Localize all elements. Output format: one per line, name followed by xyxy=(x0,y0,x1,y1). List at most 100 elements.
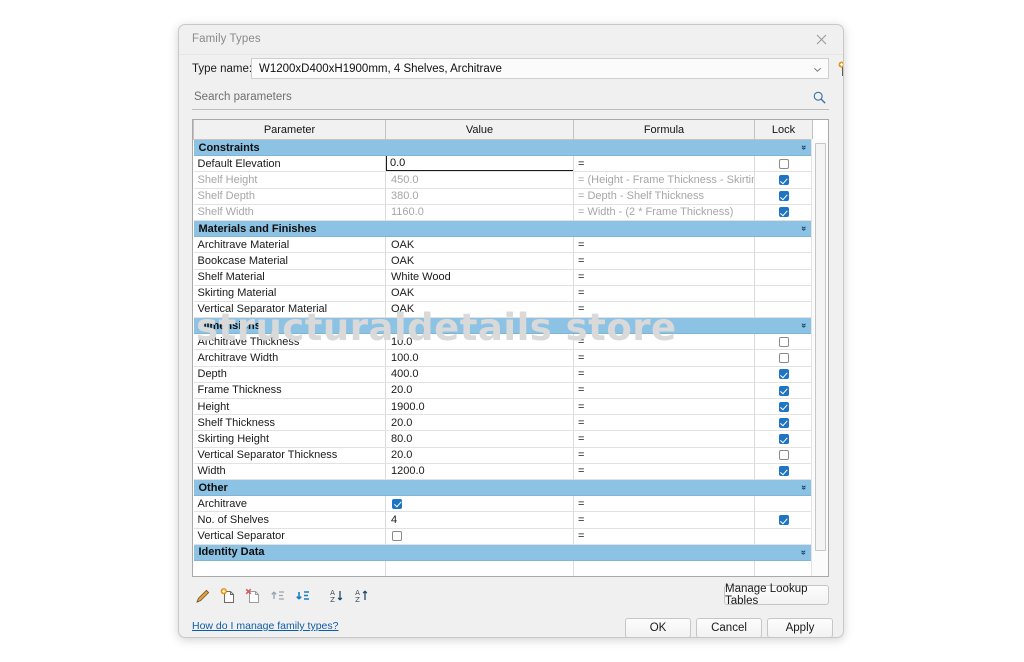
cell-value[interactable]: 1900.0 xyxy=(386,399,574,415)
cell-formula[interactable]: = xyxy=(574,399,755,415)
cell-formula[interactable]: = (Height - Frame Thickness - Skirting H… xyxy=(574,172,755,188)
cell-value[interactable]: 80.0 xyxy=(386,431,574,447)
column-header-parameter[interactable]: Parameter xyxy=(194,120,386,140)
cell-value[interactable]: 400.0 xyxy=(386,366,574,382)
cell-value[interactable]: 0.0 xyxy=(386,156,574,172)
sort-descending-icon[interactable]: A Z xyxy=(326,585,348,607)
value-checkbox[interactable] xyxy=(392,499,402,509)
lock-checkbox[interactable] xyxy=(779,434,789,444)
cell-formula[interactable]: = xyxy=(574,463,755,479)
table-row[interactable]: Width1200.0= xyxy=(194,463,813,479)
delete-parameter-icon[interactable] xyxy=(242,585,264,607)
column-header-formula[interactable]: Formula xyxy=(574,120,755,140)
cell-lock[interactable] xyxy=(755,528,813,544)
cell-formula[interactable]: = xyxy=(574,237,755,253)
cell-parameter[interactable]: Default Elevation xyxy=(194,156,386,172)
close-icon[interactable] xyxy=(799,25,843,54)
table-row[interactable]: Default Elevation0.0= xyxy=(194,156,813,172)
cell-parameter[interactable]: Architrave Thickness xyxy=(194,334,386,350)
cell-lock[interactable] xyxy=(755,399,813,415)
chevron-double-up-icon[interactable]: « xyxy=(797,226,810,231)
cell-value[interactable]: 20.0 xyxy=(386,382,574,398)
cell-formula[interactable]: = xyxy=(574,415,755,431)
cell-lock[interactable] xyxy=(755,285,813,301)
cell-formula[interactable]: = xyxy=(574,382,755,398)
table-row[interactable]: Architrave MaterialOAK= xyxy=(194,237,813,253)
group-header-row[interactable]: Materials and Finishes« xyxy=(194,220,813,236)
value-edit-box[interactable] xyxy=(386,156,574,172)
cell-value[interactable]: OAK xyxy=(386,253,574,269)
cell-lock[interactable] xyxy=(755,350,813,366)
cell-parameter[interactable]: Skirting Material xyxy=(194,285,386,301)
cell-lock[interactable] xyxy=(755,496,813,512)
cell-value[interactable]: 450.0 xyxy=(386,172,574,188)
cell-formula[interactable]: = xyxy=(574,334,755,350)
cell-value[interactable]: OAK xyxy=(386,301,574,317)
lock-checkbox[interactable] xyxy=(779,159,789,169)
move-up-icon[interactable] xyxy=(267,585,289,607)
cell-parameter[interactable]: Width xyxy=(194,463,386,479)
column-header-lock[interactable]: Lock xyxy=(755,120,813,140)
lock-checkbox[interactable] xyxy=(779,337,789,347)
cell-formula[interactable]: = xyxy=(574,512,755,528)
cell-parameter[interactable]: Vertical Separator Thickness xyxy=(194,447,386,463)
cell-parameter[interactable]: Architrave Material xyxy=(194,237,386,253)
cell-lock[interactable] xyxy=(755,301,813,317)
cell-lock[interactable] xyxy=(755,172,813,188)
table-row[interactable]: No. of Shelves4= xyxy=(194,512,813,528)
lock-checkbox[interactable] xyxy=(779,353,789,363)
lock-checkbox[interactable] xyxy=(779,450,789,460)
cell-lock[interactable] xyxy=(755,334,813,350)
lock-checkbox[interactable] xyxy=(779,175,789,185)
cell-formula[interactable]: = xyxy=(574,285,755,301)
lock-checkbox[interactable] xyxy=(779,466,789,476)
group-header-row[interactable]: Constraints« xyxy=(194,140,813,156)
table-row[interactable]: Vertical Separator = xyxy=(194,528,813,544)
cell-value[interactable]: OAK xyxy=(386,285,574,301)
cell-lock[interactable] xyxy=(755,415,813,431)
cell-value[interactable]: 1200.0 xyxy=(386,463,574,479)
cell-value[interactable]: 10.0 xyxy=(386,334,574,350)
cell-parameter[interactable]: Vertical Separator xyxy=(194,528,386,544)
table-row[interactable]: Depth400.0= xyxy=(194,366,813,382)
grid-scrollbar[interactable] xyxy=(811,139,828,576)
cell-formula[interactable]: = xyxy=(574,431,755,447)
lock-checkbox[interactable] xyxy=(779,369,789,379)
cell-formula[interactable]: = xyxy=(574,496,755,512)
cell-parameter[interactable]: Bookcase Material xyxy=(194,253,386,269)
sort-ascending-icon[interactable]: A Z xyxy=(351,585,373,607)
cell-parameter[interactable]: Vertical Separator Material xyxy=(194,301,386,317)
cell-lock[interactable] xyxy=(755,463,813,479)
lock-checkbox[interactable] xyxy=(779,386,789,396)
cell-value[interactable]: 20.0 xyxy=(386,415,574,431)
cell-parameter[interactable]: Height xyxy=(194,399,386,415)
table-row[interactable]: Shelf Depth380.0= Depth - Shelf Thicknes… xyxy=(194,188,813,204)
cell-value[interactable]: 4 xyxy=(386,512,574,528)
group-header-row[interactable]: Other« xyxy=(194,479,813,495)
cell-parameter[interactable]: Shelf Width xyxy=(194,204,386,220)
cell-formula[interactable]: = xyxy=(574,447,755,463)
cell-lock[interactable] xyxy=(755,253,813,269)
cell-formula[interactable]: = Depth - Shelf Thickness xyxy=(574,188,755,204)
chevron-double-up-icon[interactable]: « xyxy=(797,145,810,150)
cell-parameter[interactable]: Depth xyxy=(194,366,386,382)
cell-value[interactable]: 380.0 xyxy=(386,188,574,204)
cell-formula[interactable]: = xyxy=(574,269,755,285)
table-row[interactable]: Skirting MaterialOAK= xyxy=(194,285,813,301)
cell-lock[interactable] xyxy=(755,431,813,447)
cell-parameter[interactable]: No. of Shelves xyxy=(194,512,386,528)
chevron-double-up-icon[interactable]: « xyxy=(797,485,810,490)
column-header-value[interactable]: Value xyxy=(386,120,574,140)
table-row[interactable]: Shelf Width1160.0= Width - (2 * Frame Th… xyxy=(194,204,813,220)
table-row[interactable]: Architrave Thickness10.0= xyxy=(194,334,813,350)
cell-parameter[interactable]: Architrave xyxy=(194,496,386,512)
cell-formula[interactable]: = xyxy=(574,366,755,382)
grid-scrollbar-thumb[interactable] xyxy=(815,143,826,551)
cell-parameter[interactable]: Shelf Thickness xyxy=(194,415,386,431)
cell-formula[interactable]: = xyxy=(574,156,755,172)
new-parameter-icon[interactable] xyxy=(217,585,239,607)
table-row[interactable]: Shelf Thickness20.0= xyxy=(194,415,813,431)
cell-parameter[interactable]: Frame Thickness xyxy=(194,382,386,398)
cell-formula[interactable]: = xyxy=(574,528,755,544)
value-checkbox[interactable] xyxy=(392,531,402,541)
